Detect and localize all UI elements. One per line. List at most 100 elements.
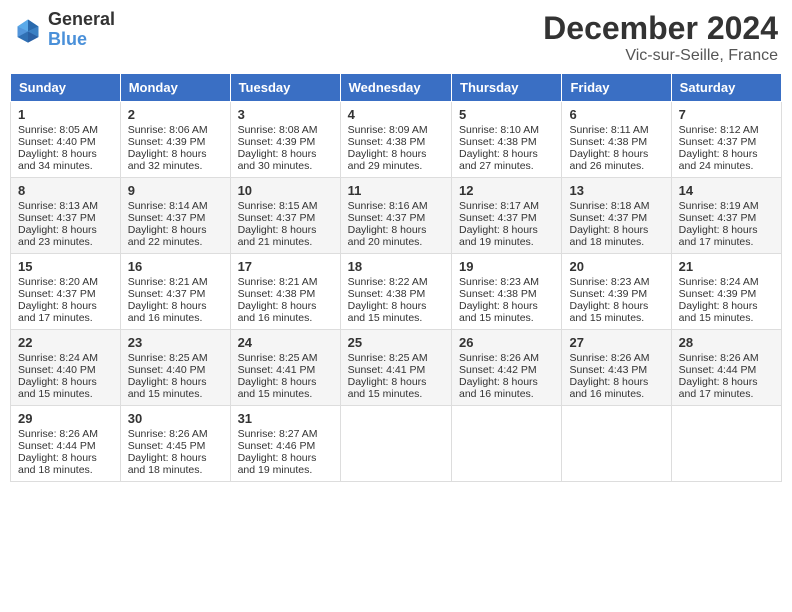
calendar-cell: 5 Sunrise: 8:10 AM Sunset: 4:38 PM Dayli… — [452, 102, 562, 178]
calendar-header-row: SundayMondayTuesdayWednesdayThursdayFrid… — [11, 74, 782, 102]
sunrise-label: Sunrise: 8:12 AM — [679, 124, 759, 136]
calendar-cell: 30 Sunrise: 8:26 AM Sunset: 4:45 PM Dayl… — [120, 406, 230, 482]
sunset-label: Sunset: 4:37 PM — [459, 212, 537, 224]
calendar-cell: 23 Sunrise: 8:25 AM Sunset: 4:40 PM Dayl… — [120, 330, 230, 406]
daylight-label: Daylight: 8 hours and 18 minutes. — [128, 452, 207, 476]
day-number: 21 — [679, 259, 774, 274]
sunset-label: Sunset: 4:40 PM — [18, 136, 96, 148]
sunrise-label: Sunrise: 8:21 AM — [238, 276, 318, 288]
sunrise-label: Sunrise: 8:26 AM — [128, 428, 208, 440]
calendar-cell: 27 Sunrise: 8:26 AM Sunset: 4:43 PM Dayl… — [562, 330, 671, 406]
sunset-label: Sunset: 4:42 PM — [459, 364, 537, 376]
sunrise-label: Sunrise: 8:13 AM — [18, 200, 98, 212]
day-number: 17 — [238, 259, 333, 274]
sunset-label: Sunset: 4:39 PM — [238, 136, 316, 148]
daylight-label: Daylight: 8 hours and 29 minutes. — [348, 148, 427, 172]
day-number: 2 — [128, 107, 223, 122]
day-number: 25 — [348, 335, 444, 350]
daylight-label: Daylight: 8 hours and 26 minutes. — [569, 148, 648, 172]
sunrise-label: Sunrise: 8:24 AM — [18, 352, 98, 364]
sunset-label: Sunset: 4:40 PM — [18, 364, 96, 376]
sunrise-label: Sunrise: 8:09 AM — [348, 124, 428, 136]
sunrise-label: Sunrise: 8:08 AM — [238, 124, 318, 136]
calendar-cell: 28 Sunrise: 8:26 AM Sunset: 4:44 PM Dayl… — [671, 330, 781, 406]
daylight-label: Daylight: 8 hours and 24 minutes. — [679, 148, 758, 172]
sunrise-label: Sunrise: 8:25 AM — [238, 352, 318, 364]
daylight-label: Daylight: 8 hours and 19 minutes. — [238, 452, 317, 476]
day-number: 7 — [679, 107, 774, 122]
sunset-label: Sunset: 4:44 PM — [18, 440, 96, 452]
day-number: 30 — [128, 411, 223, 426]
daylight-label: Daylight: 8 hours and 15 minutes. — [348, 300, 427, 324]
calendar-cell: 24 Sunrise: 8:25 AM Sunset: 4:41 PM Dayl… — [230, 330, 340, 406]
calendar-cell: 29 Sunrise: 8:26 AM Sunset: 4:44 PM Dayl… — [11, 406, 121, 482]
day-number: 15 — [18, 259, 113, 274]
col-header-monday: Monday — [120, 74, 230, 102]
calendar-cell: 15 Sunrise: 8:20 AM Sunset: 4:37 PM Dayl… — [11, 254, 121, 330]
sunrise-label: Sunrise: 8:24 AM — [679, 276, 759, 288]
calendar-cell: 14 Sunrise: 8:19 AM Sunset: 4:37 PM Dayl… — [671, 178, 781, 254]
daylight-label: Daylight: 8 hours and 15 minutes. — [128, 376, 207, 400]
calendar-cell: 3 Sunrise: 8:08 AM Sunset: 4:39 PM Dayli… — [230, 102, 340, 178]
sunset-label: Sunset: 4:37 PM — [569, 212, 647, 224]
calendar-cell: 19 Sunrise: 8:23 AM Sunset: 4:38 PM Dayl… — [452, 254, 562, 330]
daylight-label: Daylight: 8 hours and 19 minutes. — [459, 224, 538, 248]
daylight-label: Daylight: 8 hours and 30 minutes. — [238, 148, 317, 172]
calendar-cell: 11 Sunrise: 8:16 AM Sunset: 4:37 PM Dayl… — [340, 178, 451, 254]
daylight-label: Daylight: 8 hours and 21 minutes. — [238, 224, 317, 248]
col-header-saturday: Saturday — [671, 74, 781, 102]
calendar-cell — [671, 406, 781, 482]
sunset-label: Sunset: 4:37 PM — [18, 288, 96, 300]
logo: General Blue — [14, 10, 115, 50]
sunset-label: Sunset: 4:41 PM — [238, 364, 316, 376]
day-number: 10 — [238, 183, 333, 198]
sunrise-label: Sunrise: 8:16 AM — [348, 200, 428, 212]
day-number: 20 — [569, 259, 663, 274]
sunset-label: Sunset: 4:40 PM — [128, 364, 206, 376]
sunset-label: Sunset: 4:38 PM — [459, 136, 537, 148]
day-number: 4 — [348, 107, 444, 122]
day-number: 14 — [679, 183, 774, 198]
calendar-cell: 25 Sunrise: 8:25 AM Sunset: 4:41 PM Dayl… — [340, 330, 451, 406]
sunrise-label: Sunrise: 8:25 AM — [348, 352, 428, 364]
daylight-label: Daylight: 8 hours and 20 minutes. — [348, 224, 427, 248]
daylight-label: Daylight: 8 hours and 15 minutes. — [679, 300, 758, 324]
logo-icon — [14, 16, 42, 44]
day-number: 18 — [348, 259, 444, 274]
calendar-cell: 4 Sunrise: 8:09 AM Sunset: 4:38 PM Dayli… — [340, 102, 451, 178]
day-number: 3 — [238, 107, 333, 122]
header: General Blue December 2024 Vic-sur-Seill… — [10, 10, 782, 65]
calendar-cell — [562, 406, 671, 482]
sunrise-label: Sunrise: 8:19 AM — [679, 200, 759, 212]
calendar-cell: 2 Sunrise: 8:06 AM Sunset: 4:39 PM Dayli… — [120, 102, 230, 178]
calendar-cell: 21 Sunrise: 8:24 AM Sunset: 4:39 PM Dayl… — [671, 254, 781, 330]
sunrise-label: Sunrise: 8:15 AM — [238, 200, 318, 212]
calendar-week-row: 1 Sunrise: 8:05 AM Sunset: 4:40 PM Dayli… — [11, 102, 782, 178]
sunrise-label: Sunrise: 8:25 AM — [128, 352, 208, 364]
sunset-label: Sunset: 4:43 PM — [569, 364, 647, 376]
calendar: SundayMondayTuesdayWednesdayThursdayFrid… — [10, 73, 782, 482]
calendar-cell: 7 Sunrise: 8:12 AM Sunset: 4:37 PM Dayli… — [671, 102, 781, 178]
day-number: 6 — [569, 107, 663, 122]
calendar-cell: 13 Sunrise: 8:18 AM Sunset: 4:37 PM Dayl… — [562, 178, 671, 254]
day-number: 19 — [459, 259, 554, 274]
sunset-label: Sunset: 4:37 PM — [128, 288, 206, 300]
daylight-label: Daylight: 8 hours and 18 minutes. — [18, 452, 97, 476]
calendar-week-row: 29 Sunrise: 8:26 AM Sunset: 4:44 PM Dayl… — [11, 406, 782, 482]
sunset-label: Sunset: 4:46 PM — [238, 440, 316, 452]
day-number: 8 — [18, 183, 113, 198]
day-number: 31 — [238, 411, 333, 426]
daylight-label: Daylight: 8 hours and 16 minutes. — [128, 300, 207, 324]
logo-blue-text: Blue — [48, 30, 115, 50]
calendar-cell: 10 Sunrise: 8:15 AM Sunset: 4:37 PM Dayl… — [230, 178, 340, 254]
day-number: 1 — [18, 107, 113, 122]
sunset-label: Sunset: 4:41 PM — [348, 364, 426, 376]
calendar-cell: 1 Sunrise: 8:05 AM Sunset: 4:40 PM Dayli… — [11, 102, 121, 178]
col-header-wednesday: Wednesday — [340, 74, 451, 102]
title-area: December 2024 Vic-sur-Seille, France — [543, 10, 778, 65]
calendar-cell: 17 Sunrise: 8:21 AM Sunset: 4:38 PM Dayl… — [230, 254, 340, 330]
location: Vic-sur-Seille, France — [543, 47, 778, 65]
day-number: 5 — [459, 107, 554, 122]
calendar-cell: 12 Sunrise: 8:17 AM Sunset: 4:37 PM Dayl… — [452, 178, 562, 254]
sunrise-label: Sunrise: 8:10 AM — [459, 124, 539, 136]
